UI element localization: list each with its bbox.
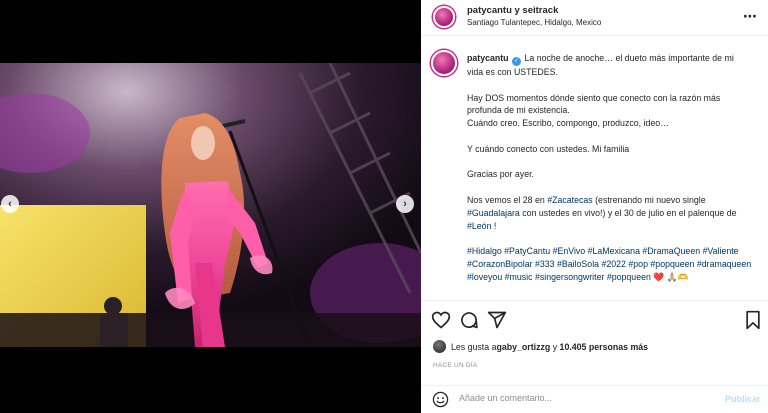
verified-badge-icon: ✓ [512, 57, 522, 66]
divider [421, 300, 768, 301]
hashtag-link[interactable]: #León [467, 221, 491, 231]
comment-bar: Publicar [421, 386, 768, 413]
author-avatar[interactable] [433, 6, 455, 28]
caption-text: ! [491, 220, 497, 231]
caption-author-avatar[interactable] [431, 50, 457, 76]
caption-paragraph-dates: Nos vemos el 28 en #Zacatecas (estrenand… [467, 194, 752, 232]
caption-emojis: ❤️ 🙏🏼🫶 [653, 271, 689, 282]
concert-photo [0, 63, 421, 347]
smiley-icon[interactable] [432, 391, 449, 408]
post-actions [421, 308, 768, 332]
liker-avatar[interactable] [433, 340, 446, 353]
comment-input[interactable] [459, 393, 709, 403]
publish-comment-button[interactable]: Publicar [725, 394, 761, 404]
caption-text: (estrenando mi nuevo single [592, 194, 706, 205]
hashtag-list[interactable]: #Hidalgo #PatyCantu #EnVivo #LaMexicana … [467, 246, 751, 282]
post-header: patycantu y seitrack Santiago Tulantepec… [421, 0, 768, 36]
post-details-panel: patycantu y seitrack Santiago Tulantepec… [421, 0, 768, 413]
chevron-left-icon: ‹ [8, 198, 12, 210]
hashtag-link[interactable]: #Guadalajara [467, 208, 520, 218]
post-timestamp[interactable]: HACE UN DÍA [433, 362, 478, 369]
comment-icon[interactable] [459, 310, 479, 330]
caption-text: con ustedes en vivo!) y el 30 de julio e… [519, 207, 737, 218]
caption-line: Hay DOS momentos dónde siento que conect… [467, 92, 721, 116]
hashtag-link[interactable]: #Zacatecas [547, 195, 592, 205]
likes-middle: y [550, 341, 560, 352]
post-location[interactable]: Santiago Tulantepec, Hidalgo, Mexico [467, 18, 601, 27]
likes-count[interactable]: 10.405 personas más [560, 342, 649, 352]
post-modal: ‹ › patycantu y seitrack Santiago Tulant… [0, 0, 768, 413]
caption-line: Gracias por ayer. [467, 169, 534, 180]
more-horizontal-icon[interactable]: ⋯ [743, 8, 757, 25]
liker-username[interactable]: gaby_ortizzg [496, 342, 550, 352]
chevron-right-icon: › [403, 198, 407, 210]
post-photo[interactable] [0, 63, 421, 347]
caption-line: Cuándo creo. Escribo, compongo, produzco… [467, 118, 669, 129]
caption-line: Y cuándo conecto con ustedes. Mi familia [467, 143, 630, 154]
previous-photo-button[interactable]: ‹ [1, 195, 19, 213]
bookmark-icon[interactable] [743, 310, 763, 330]
likes-prefix: Les gusta a [451, 341, 497, 352]
next-photo-button[interactable]: › [396, 195, 414, 213]
author-username[interactable]: patycantu y seitrack [467, 5, 558, 16]
likes-summary[interactable]: Les gusta a gaby_ortizzg y 10.405 person… [433, 340, 648, 353]
post-caption: patycantu ✓ La noche de anoche… el dueto… [467, 52, 752, 284]
share-icon[interactable] [487, 310, 507, 330]
caption-text: Nos vemos el 28 en [467, 194, 548, 205]
caption-username[interactable]: patycantu [467, 53, 509, 63]
heart-icon[interactable] [431, 310, 451, 330]
